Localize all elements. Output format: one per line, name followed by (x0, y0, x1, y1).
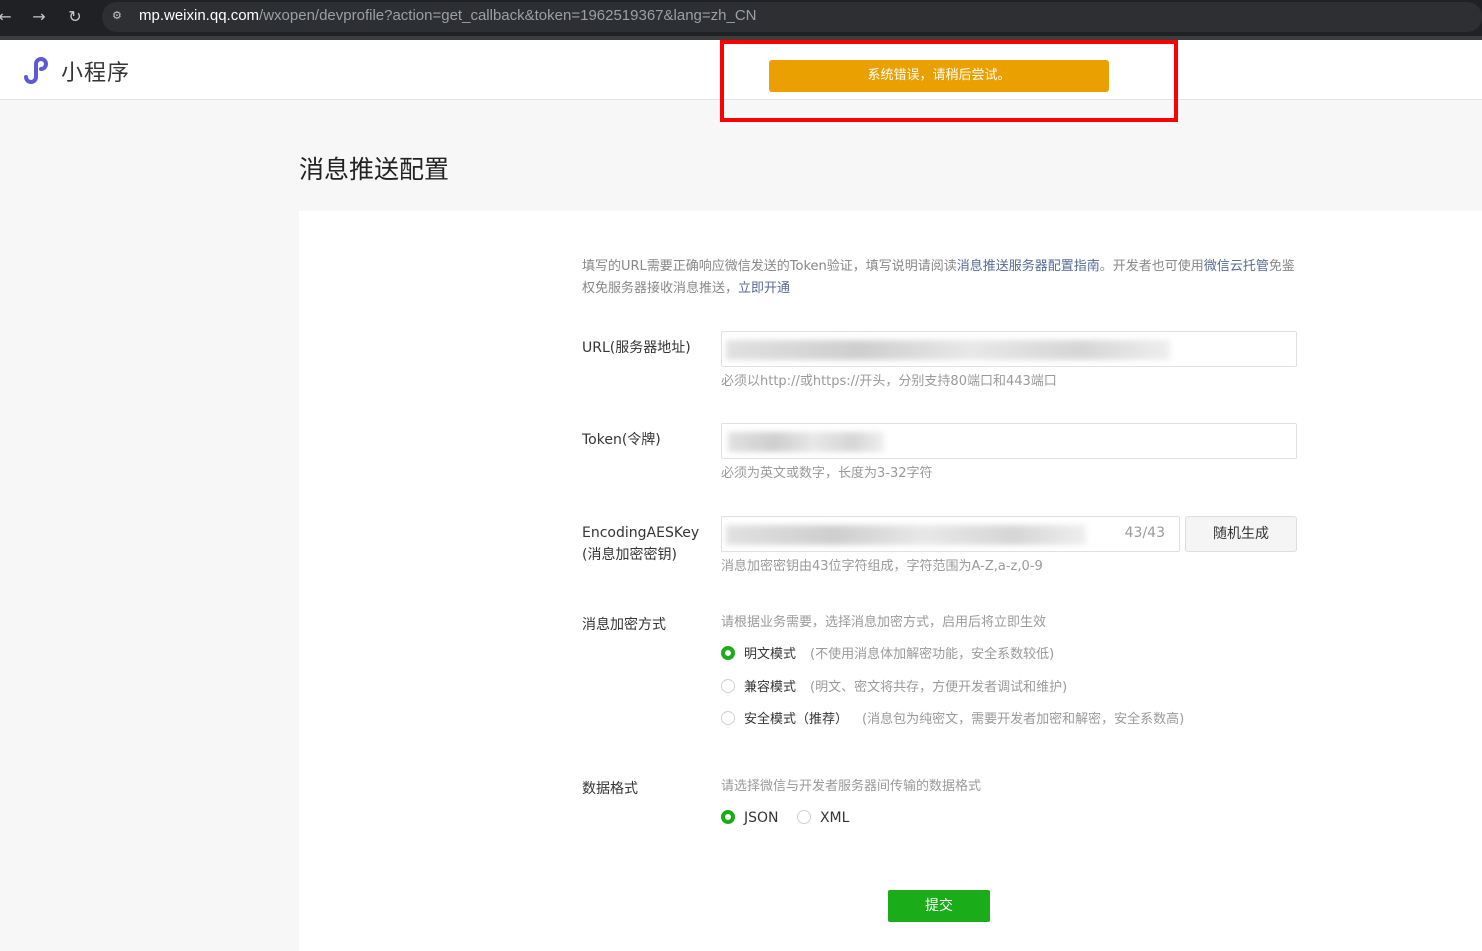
encrypt-mode-hint: 请根据业务需要，选择消息加密方式，启用后将立即生效 (721, 615, 1047, 630)
url-path: /wxopen/devprofile?action=get_callback&t… (259, 7, 757, 24)
forward-icon[interactable]: → (28, 6, 50, 28)
encrypt-option-plaintext[interactable]: 明文模式 (不使用消息体加解密功能，安全系数较低) (721, 645, 1054, 665)
app-name[interactable]: 小程序 (61, 55, 130, 87)
reload-icon[interactable]: ↻ (64, 6, 86, 28)
radio-json[interactable] (721, 810, 735, 824)
data-format-options: JSON XML (721, 808, 849, 828)
site-info-icon[interactable]: ⚙ (112, 9, 128, 23)
url-label: URL(服务器地址) (582, 340, 691, 356)
option-label: 明文模式 (744, 647, 797, 662)
tip-text-2: 。开发者也可使用 (1099, 259, 1204, 274)
submit-button[interactable]: 提交 (888, 890, 990, 922)
back-icon[interactable]: ← (0, 6, 16, 28)
data-format-hint: 请选择微信与开发者服务器间传输的数据格式 (721, 779, 982, 794)
aes-key-counter: 43/43 (1124, 525, 1165, 541)
enable-now-link[interactable]: 立即开通 (738, 281, 790, 296)
url-input[interactable] (721, 331, 1297, 367)
highlight-box (720, 40, 1178, 122)
url-host: mp.weixin.qq.com (139, 7, 260, 24)
aes-key-hint: 消息加密密钥由43位字符组成，字符范围为A-Z,a-z,0-9 (721, 559, 1043, 574)
page-title: 消息推送配置 (299, 155, 450, 184)
redacted-url-value (726, 340, 1170, 360)
data-format-label: 数据格式 (582, 781, 638, 797)
aes-key-sublabel: (消息加密密钥) (582, 547, 677, 563)
encrypt-option-compatible[interactable]: 兼容模式 (明文、密文将共存，方便开发者调试和维护) (721, 678, 1067, 698)
radio-plaintext[interactable] (721, 646, 735, 660)
miniprogram-logo-icon[interactable] (20, 53, 52, 85)
option-note: (不使用消息体加解密功能，安全系数较低) (810, 647, 1055, 662)
server-config-guide-link[interactable]: 消息推送服务器配置指南 (957, 259, 1100, 274)
url-hint: 必须以http://或https://开头，分别支持80端口和443端口 (721, 374, 1057, 389)
settings-card (299, 211, 1482, 951)
option-label: XML (819, 810, 850, 826)
aes-key-label: EncodingAESKey (582, 525, 700, 541)
format-option-xml[interactable]: XML (796, 810, 850, 826)
token-hint: 必须为英文或数字，长度为3-32字符 (721, 466, 933, 481)
tip-text-1: 填写的URL需要正确响应微信发送的Token验证，填写说明请阅读 (582, 259, 957, 274)
encrypt-mode-label: 消息加密方式 (582, 617, 666, 633)
cloud-hosting-link[interactable]: 微信云托管 (1204, 259, 1269, 274)
radio-xml[interactable] (796, 810, 811, 824)
option-note: (明文、密文将共存，方便开发者调试和维护) (810, 680, 1068, 695)
radio-compatible[interactable] (721, 679, 735, 693)
redacted-token-value (728, 432, 884, 452)
format-option-json[interactable]: JSON (721, 810, 779, 826)
encrypt-option-secure[interactable]: 安全模式（推荐） (消息包为纯密文，需要开发者加密和解密，安全系数高) (721, 710, 1184, 730)
radio-secure[interactable] (721, 711, 735, 725)
option-label: JSON (744, 810, 779, 826)
config-tip: 填写的URL需要正确响应微信发送的Token验证，填写说明请阅读消息推送服务器配… (582, 256, 1302, 300)
token-label: Token(令牌) (582, 432, 661, 448)
redacted-aes-key-value (726, 525, 1086, 545)
aes-key-input[interactable]: 43/43 (721, 516, 1180, 552)
token-input[interactable] (721, 423, 1297, 459)
option-label: 兼容模式 (744, 680, 797, 695)
random-generate-button[interactable]: 随机生成 (1185, 516, 1297, 552)
option-label: 安全模式（推荐） (744, 712, 849, 727)
option-note: (消息包为纯密文，需要开发者加密和解密，安全系数高) (862, 712, 1185, 727)
address-bar-url[interactable]: mp.weixin.qq.com/wxopen/devprofile?actio… (139, 7, 757, 24)
